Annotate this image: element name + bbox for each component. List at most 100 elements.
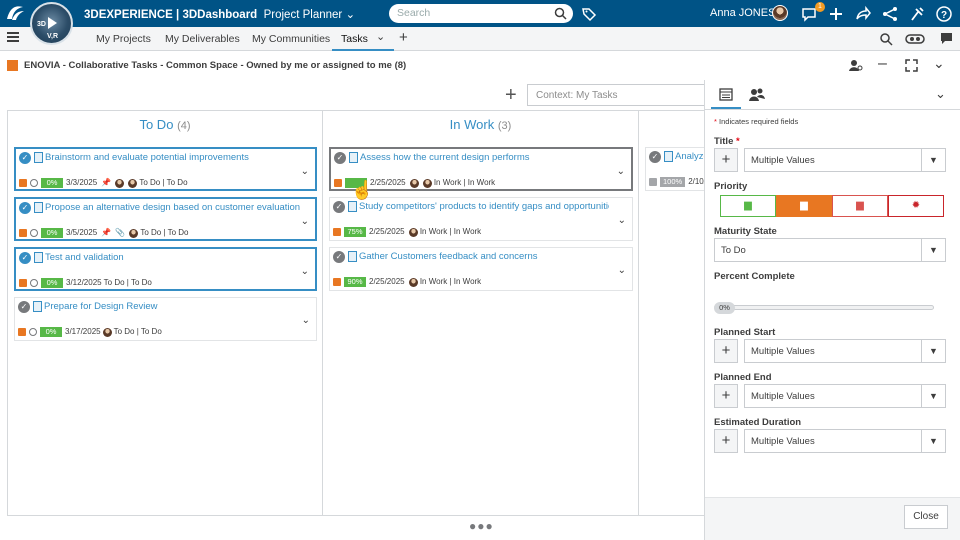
search-input[interactable]: Search [389, 4, 573, 23]
check-icon[interactable]: ✓ [18, 301, 30, 313]
due-date: 2/25/2025 [370, 178, 406, 188]
tools-icon[interactable] [908, 5, 926, 23]
assignee-avatar [408, 277, 418, 287]
tab-my-projects[interactable]: My Projects [96, 33, 151, 45]
chevron-down-icon[interactable]: ⌄ [301, 266, 309, 277]
planned-start-select[interactable]: Multiple Values ▼ [744, 339, 946, 363]
task-card[interactable]: ✓ Prepare for Design Review 0% 3/17/2025 T… [14, 297, 317, 341]
caret-down-icon[interactable]: ▼ [921, 149, 945, 171]
planned-start-value: Multiple Values [751, 346, 815, 357]
user-avatar[interactable] [772, 5, 788, 21]
check-icon[interactable]: ✓ [333, 251, 345, 263]
compass-button[interactable]: 3D V,R [30, 2, 73, 45]
title-label-text: Title [714, 136, 734, 147]
plus-icon[interactable] [827, 5, 845, 23]
chevron-down-icon[interactable]: ⌄ [618, 215, 626, 226]
slider-handle[interactable]: 0% [714, 302, 735, 314]
chevron-down-icon[interactable]: ⌄ [935, 86, 946, 102]
chevron-down-icon[interactable]: ⌄ [618, 265, 626, 276]
fullscreen-icon[interactable] [905, 59, 918, 72]
caret-down-icon[interactable]: ▼ [921, 430, 945, 452]
caret-down-icon[interactable]: ▼ [921, 340, 945, 362]
check-icon[interactable]: ✓ [649, 151, 661, 163]
priority-selector: ▆ ▆ ▆ ✹ [720, 195, 944, 217]
task-title[interactable]: Study competitors' products to identify … [359, 201, 609, 212]
task-card[interactable]: ✓ Brainstorm and evaluate potential impr… [14, 147, 317, 191]
dassault-logo-icon[interactable] [4, 3, 26, 23]
chevron-down-icon[interactable]: ⌄ [302, 315, 310, 326]
check-icon[interactable]: ✓ [334, 152, 346, 164]
high-priority-icon: ▆ [856, 200, 864, 211]
brand-title[interactable]: 3DEXPERIENCE | 3DDashboard Project Plann… [84, 7, 355, 21]
user-name[interactable]: Anna JONES [710, 7, 775, 19]
estimated-duration-select[interactable]: Multiple Values ▼ [744, 429, 946, 453]
required-star: * [736, 136, 740, 147]
check-icon[interactable]: ✓ [333, 201, 345, 213]
view-toggle-icon[interactable] [905, 32, 925, 46]
task-title[interactable]: Brainstorm and evaluate potential improv… [45, 152, 305, 163]
planned-start-add-button[interactable]: + [714, 339, 738, 363]
task-title[interactable]: Test and validation [45, 252, 305, 263]
search-icon[interactable] [554, 7, 567, 20]
chevron-down-icon[interactable]: ⌄ [376, 30, 385, 43]
title-select[interactable]: Multiple Values ▼ [744, 148, 946, 172]
planned-end-add-button[interactable]: + [714, 384, 738, 408]
estimated-duration-add-button[interactable]: + [714, 429, 738, 453]
priority-high-button[interactable]: ▆ [832, 195, 888, 217]
priority-urgent-button[interactable]: ✹ [888, 195, 944, 217]
chevron-down-icon[interactable]: ⌄ [301, 166, 309, 177]
slider-track[interactable] [714, 305, 934, 310]
add-tab-icon[interactable]: + [399, 29, 408, 46]
task-title[interactable]: Propose an alternative design based on c… [45, 202, 305, 213]
caret-down-icon[interactable]: ▼ [921, 385, 945, 407]
context-field[interactable]: Context: My Tasks [527, 84, 705, 106]
share-icon[interactable] [854, 5, 872, 23]
column-title: In Work [449, 117, 495, 132]
task-title[interactable]: Prepare for Design Review [44, 301, 304, 312]
task-card[interactable]: ✓ Propose an alternative design based on… [14, 197, 317, 241]
user-settings-icon[interactable] [849, 59, 863, 72]
search-people-icon[interactable] [879, 32, 894, 46]
minimize-icon[interactable]: – [878, 55, 887, 73]
check-icon[interactable]: ✓ [19, 202, 31, 214]
hamburger-menu-icon[interactable] [7, 32, 19, 44]
chevron-down-icon[interactable]: ⌄ [345, 9, 355, 21]
network-share-icon[interactable] [881, 5, 899, 23]
caret-down-icon[interactable]: ▼ [921, 239, 945, 261]
task-card[interactable]: ✓ Test and validation 0% 3/12/2025 To Do … [14, 247, 317, 291]
members-tab-icon[interactable] [749, 88, 765, 101]
task-title[interactable]: Analyze [675, 151, 704, 162]
close-button[interactable]: Close [904, 505, 948, 529]
tab-bar: My Projects My Deliverables My Communiti… [0, 27, 960, 51]
planned-end-select[interactable]: Multiple Values ▼ [744, 384, 946, 408]
add-task-button[interactable]: + [505, 84, 517, 107]
task-card[interactable]: ✓ Study competitors' products to identif… [329, 197, 633, 241]
tab-tasks[interactable]: Tasks [341, 33, 368, 45]
panel-tabs: ⌄ [705, 80, 960, 110]
due-date: 2/25/2025 [369, 227, 405, 237]
help-icon[interactable]: ? [935, 5, 953, 23]
task-title[interactable]: Assess how the current design performs [360, 152, 620, 163]
percent-slider[interactable]: 0% [714, 302, 934, 314]
tab-my-deliverables[interactable]: My Deliverables [165, 33, 240, 45]
task-card[interactable]: ✓ Analyze 100%2/10/ [645, 147, 704, 191]
task-card[interactable]: ✓ Assess how the current design performs… [329, 147, 633, 191]
title-add-button[interactable]: + [714, 148, 738, 172]
task-icon [34, 152, 43, 163]
more-dots-icon[interactable]: ●●● [469, 519, 494, 533]
priority-low-button[interactable]: ▆ [720, 195, 776, 217]
task-card[interactable]: ✓ Gather Customers feedback and concerns… [329, 247, 633, 291]
tab-my-communities[interactable]: My Communities [252, 33, 330, 45]
chevron-down-icon[interactable]: ⌄ [301, 216, 309, 227]
tag-icon[interactable] [580, 5, 598, 23]
check-icon[interactable]: ✓ [19, 252, 31, 264]
comment-icon[interactable] [940, 32, 953, 45]
chevron-down-icon[interactable]: ⌄ [933, 55, 945, 72]
properties-tab-icon[interactable] [719, 88, 733, 101]
chevron-down-icon[interactable]: ⌄ [617, 166, 625, 177]
check-icon[interactable]: ✓ [19, 152, 31, 164]
priority-medium-button[interactable]: ▆ [776, 195, 832, 217]
pin-icon: 📌 [101, 228, 112, 238]
maturity-select[interactable]: To Do ▼ [714, 238, 946, 262]
task-title[interactable]: Gather Customers feedback and concerns [359, 251, 619, 262]
